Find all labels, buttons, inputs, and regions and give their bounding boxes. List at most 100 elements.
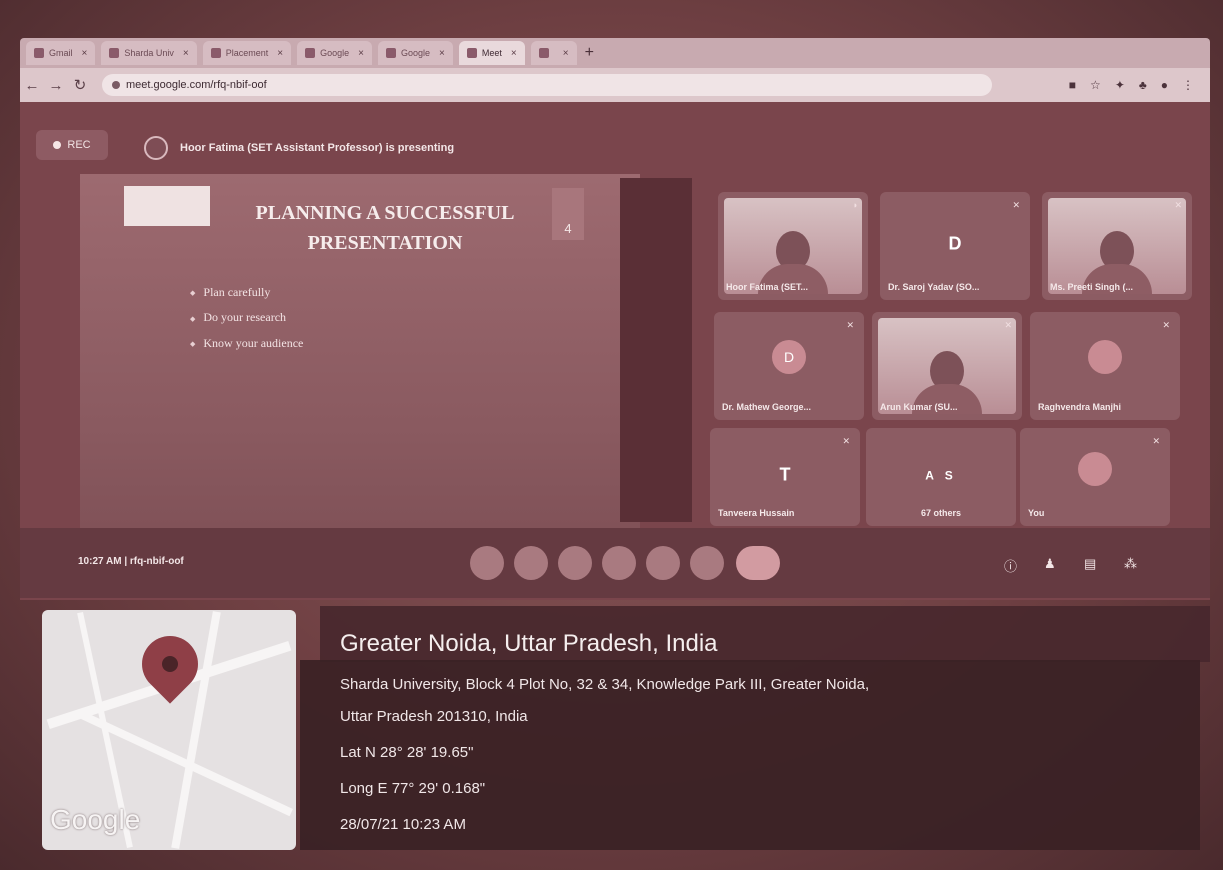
browser-tab[interactable]: × <box>530 41 577 65</box>
university-logo <box>124 186 210 226</box>
people-icon[interactable]: ♟ <box>1044 556 1056 572</box>
browser-tab[interactable]: Gmail × <box>26 41 96 65</box>
browser-tab[interactable]: Sharda Univ × <box>101 41 197 65</box>
activities-icon[interactable]: ⁂ <box>1124 556 1137 572</box>
raise-hand-button[interactable] <box>602 546 636 580</box>
participant-avatar <box>1088 340 1122 375</box>
others-avatars: A S <box>925 468 957 483</box>
others-tile[interactable]: A S 67 others <box>866 428 1016 526</box>
self-avatar <box>1078 452 1112 487</box>
profile-icon[interactable]: ● <box>1161 78 1168 92</box>
participant-name: You <box>1028 508 1045 518</box>
meet-icon <box>466 48 477 58</box>
browser-tab[interactable]: Google × <box>297 41 372 65</box>
meeting-info: 10:27 AM | rfq-nbif-oof <box>78 556 184 567</box>
participant-tile[interactable]: D ✕ Dr. Saroj Yadav (SO... <box>880 192 1030 300</box>
leave-call-button[interactable] <box>736 546 780 580</box>
bullet-item: Know your audience <box>190 331 303 356</box>
back-icon[interactable]: ← <box>20 77 44 94</box>
bullet-item: Do your research <box>190 305 303 330</box>
mic-off-icon: ✕ <box>842 436 850 446</box>
star-icon[interactable]: ☆ <box>1090 78 1101 92</box>
close-icon[interactable]: × <box>563 48 569 59</box>
mic-button[interactable] <box>470 546 504 580</box>
site-icon <box>538 48 549 58</box>
puzzle-icon[interactable]: ♣ <box>1139 78 1147 92</box>
site-icon <box>210 48 221 58</box>
participant-tile[interactable]: ✕ Arun Kumar (SU... <box>872 312 1022 420</box>
browser-tab[interactable]: Google × <box>377 41 453 65</box>
participant-initial: D <box>948 233 962 254</box>
others-count: 67 others <box>920 508 962 518</box>
menu-icon[interactable]: ⋮ <box>1182 78 1194 92</box>
presenting-banner: Hoor Fatima (SET Assistant Professor) is… <box>180 142 455 154</box>
chat-icon[interactable]: ▤ <box>1084 556 1096 572</box>
participant-avatar: D <box>772 340 806 375</box>
browser-tab-strip: Gmail × Sharda Univ × Placement × Google × G… <box>20 38 1210 68</box>
mic-off-icon: ✕ <box>1174 200 1182 210</box>
close-icon[interactable]: × <box>183 48 189 59</box>
video-feed <box>1048 198 1186 294</box>
slide-bullets: Plan carefully Do your research Know you… <box>190 280 303 356</box>
geotag-title: Greater Noida, Uttar Pradesh, India <box>340 630 718 657</box>
mic-off-icon: ✕ <box>1152 436 1160 446</box>
close-icon[interactable]: × <box>82 48 88 59</box>
browser-tab-active[interactable]: Meet × <box>458 41 525 65</box>
camera-icon[interactable]: ■ <box>1069 78 1076 92</box>
participant-tile[interactable]: ✕ Ms. Preeti Singh (... <box>1042 192 1192 300</box>
close-icon[interactable]: × <box>277 48 283 59</box>
recording-badge: REC <box>36 130 108 160</box>
new-tab-button[interactable]: + <box>585 44 594 62</box>
speaking-icon: ◗ <box>852 200 858 210</box>
participant-tile[interactable]: T ✕ Tanveera Hussain <box>710 428 860 526</box>
extension-icon[interactable]: ✦ <box>1115 78 1125 92</box>
google-icon <box>305 48 316 58</box>
participant-tile[interactable]: D ✕ Dr. Mathew George... <box>714 312 864 420</box>
video-feed <box>724 198 862 294</box>
record-icon <box>53 141 62 149</box>
map-pin-center <box>162 656 178 672</box>
site-icon <box>109 48 120 58</box>
participant-name: Dr. Mathew George... <box>722 402 812 412</box>
bullet-item: Plan carefully <box>190 280 303 305</box>
meet-control-bar: 10:27 AM | rfq-nbif-oof ⓘ ♟ ▤ ⁂ <box>20 528 1210 598</box>
slide-side-panel <box>620 178 692 522</box>
mic-off-icon: ✕ <box>1012 200 1020 210</box>
participant-name: Ms. Preeti Singh (... <box>1050 282 1134 292</box>
participant-name: Tanveera Hussain <box>718 508 795 518</box>
browser-tab[interactable]: Placement × <box>202 41 292 65</box>
extension-icons: ■ ☆ ✦ ♣ ● ⋮ <box>1069 78 1194 92</box>
reload-icon[interactable]: ↻ <box>68 76 92 94</box>
lock-icon <box>112 81 120 89</box>
more-options-button[interactable] <box>690 546 724 580</box>
camera-button[interactable] <box>514 546 548 580</box>
captions-button[interactable] <box>558 546 592 580</box>
address-bar[interactable]: meet.google.com/rfq-nbif-oof <box>102 74 992 96</box>
mic-off-icon: ✕ <box>1162 320 1170 330</box>
slide-number: 4 <box>552 188 584 240</box>
geotag-latitude: Lat N 28° 28' 19.65" <box>340 744 474 761</box>
close-icon[interactable]: × <box>358 48 364 59</box>
map-thumbnail: Google <box>42 610 296 850</box>
url-text: meet.google.com/rfq-nbif-oof <box>126 79 267 91</box>
geotag-datetime: 28/07/21 10:23 AM <box>340 816 466 833</box>
video-feed <box>878 318 1016 414</box>
geotag-address-line2: Uttar Pradesh 201310, India <box>340 708 528 725</box>
participant-name: Raghvendra Manjhi <box>1038 402 1122 412</box>
geotag-longitude: Long E 77° 29' 0.168" <box>340 780 486 797</box>
google-logo: Google <box>50 804 141 835</box>
close-icon[interactable]: × <box>439 48 445 59</box>
participant-tile[interactable]: ✕ Raghvendra Manjhi <box>1030 312 1180 420</box>
meet-stage: REC Hoor Fatima (SET Assistant Professor… <box>20 102 1210 600</box>
close-icon[interactable]: × <box>511 48 517 59</box>
participant-tile[interactable]: ◗ Hoor Fatima (SET... <box>718 192 868 300</box>
mic-off-icon: ✕ <box>1004 320 1012 330</box>
participant-name: Hoor Fatima (SET... <box>726 282 809 292</box>
self-tile[interactable]: ✕ You <box>1020 428 1170 526</box>
geotag-address-line1: Sharda University, Block 4 Plot No, 32 &… <box>340 676 870 693</box>
info-icon[interactable]: ⓘ <box>1004 556 1017 575</box>
forward-icon[interactable]: → <box>44 77 68 94</box>
participant-name: Arun Kumar (SU... <box>880 402 958 412</box>
presenter-avatar <box>144 136 168 160</box>
present-button[interactable] <box>646 546 680 580</box>
